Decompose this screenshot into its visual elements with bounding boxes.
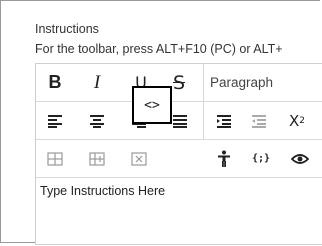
accessibility-button[interactable] <box>206 140 242 177</box>
table-insert-row-button[interactable] <box>37 140 73 177</box>
indent-button[interactable] <box>206 102 242 139</box>
indent-icon <box>217 114 231 128</box>
toolbar-row-1: B I U S Paragraph <box>36 64 322 102</box>
superscript-button[interactable]: X2 <box>279 102 315 139</box>
accessibility-icon <box>218 150 230 167</box>
italic-button[interactable]: I <box>79 64 115 101</box>
instructions-label: Instructions <box>35 22 99 36</box>
math-equation-button[interactable]: {;} <box>243 140 279 177</box>
outdent-button[interactable] <box>241 102 277 139</box>
table-column-icon <box>89 151 105 166</box>
align-center-icon <box>90 114 104 128</box>
rich-text-editor: B I U S Paragraph X 2 {;} Type Instructi… <box>35 63 322 245</box>
superscript-base: X <box>288 111 300 130</box>
table-insert-icon <box>47 151 63 166</box>
editor-content-area[interactable]: Type Instructions Here <box>36 178 322 246</box>
table-delete-icon <box>131 151 147 166</box>
toolbar-divider <box>203 64 204 101</box>
toolbar-row-3: {;} <box>36 140 322 178</box>
outdent-icon <box>252 114 266 128</box>
paragraph-format-dropdown[interactable]: Paragraph <box>210 64 273 101</box>
align-justify-icon <box>173 114 187 128</box>
preview-button[interactable] <box>282 140 318 177</box>
eye-icon <box>291 153 309 164</box>
toolbar-divider <box>203 102 204 139</box>
table-insert-column-button[interactable] <box>79 140 115 177</box>
toolbar-row-2: X2 <box>36 102 322 140</box>
superscript-exponent: 2 <box>299 115 305 126</box>
html-code-button[interactable]: <> <box>132 86 172 124</box>
table-delete-button[interactable] <box>121 140 157 177</box>
toolbar-hint-text: For the toolbar, press ALT+F10 (PC) or A… <box>35 42 283 56</box>
editor-placeholder: Type Instructions Here <box>40 184 166 198</box>
bold-button[interactable]: B <box>37 64 73 101</box>
align-left-button[interactable] <box>37 102 73 139</box>
align-center-button[interactable] <box>79 102 115 139</box>
align-left-icon <box>48 114 62 128</box>
